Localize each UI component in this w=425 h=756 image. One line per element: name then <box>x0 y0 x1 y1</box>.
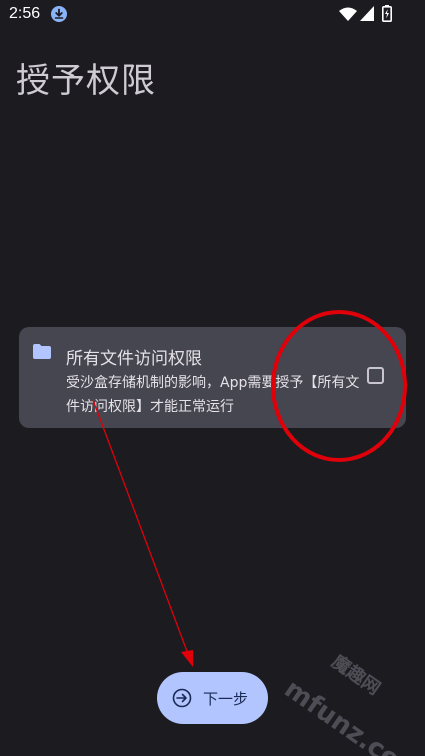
permission-card-all-files-access[interactable]: 所有文件访问权限 受沙盒存储机制的影响，App需要授予【所有文件访问权限】才能正… <box>19 327 406 428</box>
wifi-icon <box>339 7 357 21</box>
permission-description: 受沙盒存储机制的影响，App需要授予【所有文件访问权限】才能正常运行 <box>66 375 360 415</box>
annotation-arrow-head <box>181 650 193 667</box>
annotation-arrow-line <box>92 399 189 655</box>
permission-title: 所有文件访问权限 <box>66 349 202 369</box>
grant-permission-screen: 2:56 授予权限 所有文件访问权限 受沙盒存储机制的影响，App需要授予【所有… <box>0 0 425 756</box>
next-step-button[interactable]: 下一步 <box>157 672 268 724</box>
page-title: 授予权限 <box>16 61 156 101</box>
next-step-label: 下一步 <box>203 690 249 708</box>
arrow-circle-right-icon <box>172 688 192 708</box>
watermark-url: mfunz.com <box>278 674 425 756</box>
status-time: 2:56 <box>9 5 41 22</box>
signal-icon <box>360 6 374 21</box>
watermark: 魔趣网 mfunz.com <box>279 640 425 756</box>
download-icon <box>51 6 67 22</box>
folder-icon <box>33 344 51 359</box>
permission-checkbox[interactable] <box>367 367 384 384</box>
watermark-brand: 魔趣网 <box>327 651 384 700</box>
status-bar: 2:56 <box>0 0 425 30</box>
battery-icon <box>382 5 392 22</box>
